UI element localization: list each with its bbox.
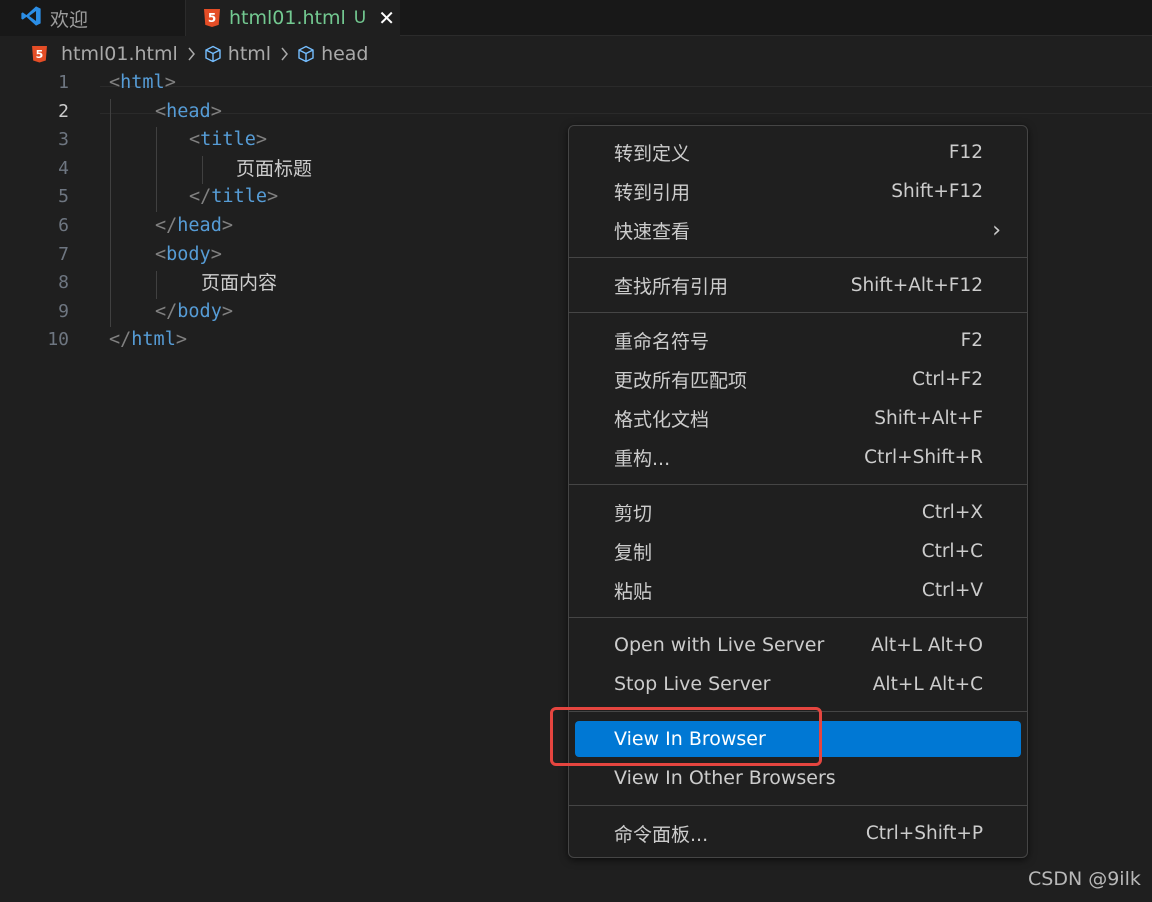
tab-html01[interactable]: 5 html01.html U ✕ [186,0,400,36]
menu-item-shortcut: Ctrl+F2 [912,368,983,390]
menu-item-shortcut: Shift+F12 [891,180,983,202]
tab-html01-label: html01.html [229,7,346,29]
code-text: <body> [155,243,222,265]
vscode-logo-icon [20,5,42,31]
menu-item-label: Stop Live Server [614,673,771,695]
menu-item-shortcut: Shift+Alt+F12 [850,274,983,296]
menu-item-label: 格式化文档 [614,408,710,431]
code-text: </head> [155,214,233,236]
chevron-right-icon: › [992,217,1001,243]
line-number: 5 [58,186,69,208]
menu-separator [569,257,1027,258]
menu-item-label: 命令面板... [614,823,709,846]
watermark: CSDN @9ilk [1028,868,1141,890]
menu-item-shortcut: Ctrl+V [921,579,983,601]
untracked-status-badge: U [353,8,367,28]
code-text: <title> [189,129,267,151]
chevron-right-icon [187,47,196,61]
line-number: 8 [58,272,69,294]
menu-item-label: Open with Live Server [614,634,825,656]
html5-icon: 5 [204,9,220,27]
line-number: 4 [58,157,69,179]
annotation-highlight-box [550,707,822,766]
menu-separator [569,617,1027,618]
line-number: 10 [47,329,69,351]
menu-separator [569,312,1027,313]
line-number: 1 [58,72,69,93]
menu-item-shortcut: Alt+L Alt+O [871,634,983,656]
tab-bar: 欢迎 5 html01.html U ✕ [0,0,1152,36]
menu-item-cut[interactable]: 剪切 Ctrl+X [575,494,1021,530]
symbol-element-icon [204,45,222,63]
menu-item-label: 复制 [614,541,653,564]
menu-item-shortcut: F12 [948,141,983,163]
menu-item-shortcut: Ctrl+Shift+R [864,446,983,468]
menu-item-refactor[interactable]: 重构... Ctrl+Shift+R [575,439,1021,475]
code-text: <head> [155,100,222,122]
menu-item-label: 粘贴 [614,580,653,603]
menu-item-label: 更改所有匹配项 [614,369,748,392]
code-text: </body> [155,300,233,322]
html5-icon: 5 [32,45,47,63]
code-text: <html> [109,72,176,93]
code-line[interactable]: 2 <head> [0,98,1152,127]
menu-item-label: 查找所有引用 [614,275,729,298]
line-number: 2 [58,100,69,122]
menu-item-peek[interactable]: 快速查看 › [575,212,1021,248]
menu-item-shortcut: Ctrl+C [921,540,983,562]
menu-item-label: 快速查看 [614,220,691,243]
menu-item-find-all-references[interactable]: 查找所有引用 Shift+Alt+F12 [575,267,1021,303]
menu-item-label: 剪切 [614,502,653,525]
breadcrumb-file[interactable]: html01.html [61,43,178,65]
code-text: 页面标题 [236,157,313,180]
menu-item-label: 重命名符号 [614,330,710,353]
tab-welcome-label: 欢迎 [50,8,89,31]
menu-item-stop-live-server[interactable]: Stop Live Server Alt+L Alt+C [575,666,1021,702]
menu-item-go-to-references[interactable]: 转到引用 Shift+F12 [575,173,1021,209]
code-text: </html> [109,329,187,351]
menu-item-label: View In Other Browsers [614,767,836,789]
code-text: </title> [189,186,279,208]
line-number: 7 [58,243,69,265]
menu-separator [569,805,1027,806]
menu-item-rename-symbol[interactable]: 重命名符号 F2 [575,322,1021,358]
line-number: 9 [58,300,69,322]
menu-item-format-document[interactable]: 格式化文档 Shift+Alt+F [575,400,1021,436]
breadcrumb-item-head[interactable]: head [321,43,368,65]
menu-item-paste[interactable]: 粘贴 Ctrl+V [575,572,1021,608]
tab-bar-divider [400,35,1152,36]
menu-item-shortcut: F2 [960,329,983,351]
menu-item-copy[interactable]: 复制 Ctrl+C [575,533,1021,569]
symbol-element-icon [297,45,315,63]
menu-item-label: 转到引用 [614,181,691,204]
menu-item-label: 重构... [614,447,671,470]
menu-separator [569,484,1027,485]
menu-item-shortcut: Ctrl+Shift+P [865,822,983,844]
line-number: 6 [58,214,69,236]
menu-item-open-live-server[interactable]: Open with Live Server Alt+L Alt+O [575,627,1021,663]
menu-item-command-palette[interactable]: 命令面板... Ctrl+Shift+P [575,815,1021,851]
menu-item-go-to-definition[interactable]: 转到定义 F12 [575,134,1021,170]
menu-item-change-all-occurrences[interactable]: 更改所有匹配项 Ctrl+F2 [575,361,1021,397]
chevron-right-icon [280,47,289,61]
close-icon[interactable]: ✕ [378,8,395,28]
menu-item-shortcut: Ctrl+X [921,501,983,523]
menu-item-label: 转到定义 [614,142,691,165]
breadcrumb-item-html[interactable]: html [228,43,271,65]
code-line[interactable]: 1 <html> [0,69,1152,98]
code-text: 页面内容 [201,272,278,295]
menu-item-shortcut: Alt+L Alt+C [872,673,983,695]
line-number: 3 [58,129,69,151]
menu-item-shortcut: Shift+Alt+F [874,407,983,429]
tab-welcome[interactable]: 欢迎 [0,0,186,36]
breadcrumb: 5 html01.html html head [32,42,369,66]
